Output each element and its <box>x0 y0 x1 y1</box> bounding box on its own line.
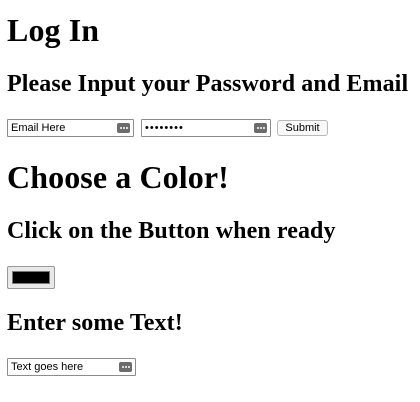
password-input[interactable] <box>142 120 270 136</box>
text-title: Enter some Text! <box>7 310 183 336</box>
color-swatch <box>12 271 50 284</box>
submit-button[interactable]: Submit <box>277 120 328 136</box>
email-field[interactable] <box>7 119 134 137</box>
more-horizontal-icon[interactable] <box>117 123 130 133</box>
color-subtitle: Click on the Button when ready <box>7 218 336 244</box>
more-horizontal-icon[interactable] <box>119 362 132 372</box>
login-subtitle: Please Input your Password and Email <box>7 71 409 97</box>
color-title: Choose a Color! <box>7 159 229 195</box>
password-field[interactable] <box>141 119 271 137</box>
text-input[interactable] <box>8 359 135 375</box>
login-title: Log In <box>7 12 100 48</box>
color-picker-button[interactable] <box>7 266 55 289</box>
text-field[interactable] <box>7 358 136 376</box>
email-input[interactable] <box>8 120 133 136</box>
more-horizontal-icon[interactable] <box>254 123 267 133</box>
